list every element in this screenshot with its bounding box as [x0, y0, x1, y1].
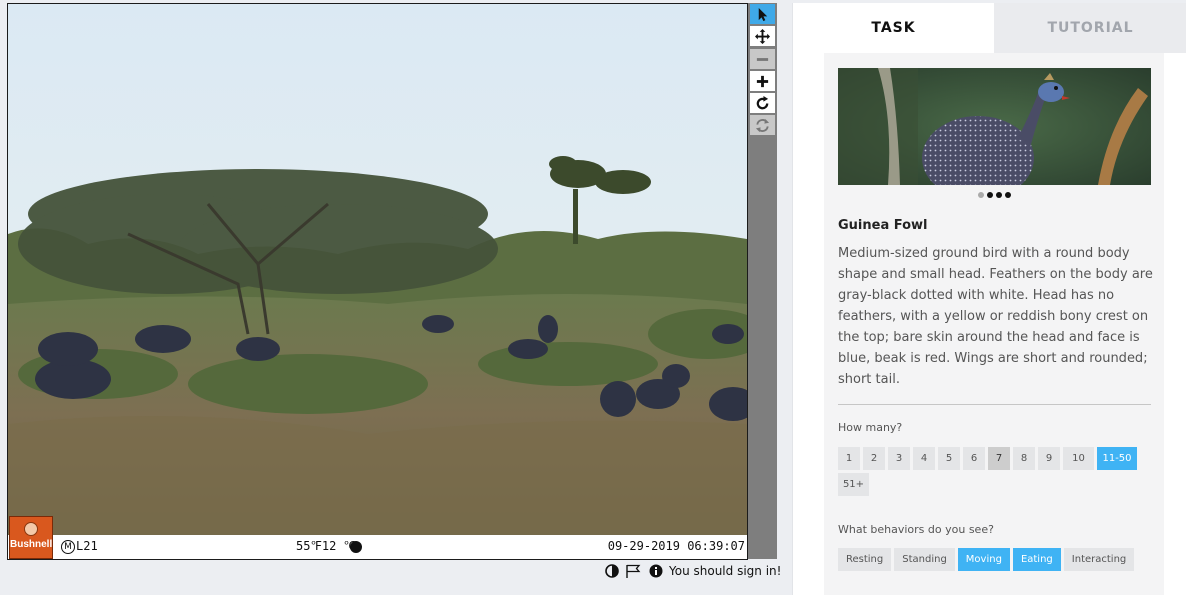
subject-viewer[interactable]: Bushnell M L21 55℉12 ℃ 09-29-2019 06:39:…	[7, 3, 748, 560]
pointer-tool-button[interactable]	[750, 4, 775, 24]
contrast-icon[interactable]	[605, 564, 619, 578]
rotate-button[interactable]	[750, 93, 775, 113]
moon-phase-icon	[350, 541, 362, 553]
camera-info-strip: Bushnell M L21 55℉12 ℃ 09-29-2019 06:39:…	[8, 516, 747, 559]
count-option[interactable]: 7	[988, 447, 1010, 470]
question-behaviors: What behaviors do you see?	[838, 523, 994, 536]
sign-in-notice[interactable]: You should sign in!	[669, 564, 781, 578]
carousel-dot[interactable]	[1004, 192, 1011, 198]
count-option[interactable]: 4	[913, 447, 935, 470]
behavior-option-moving[interactable]: Moving	[957, 548, 1010, 571]
moon-letter-icon: M	[61, 540, 75, 554]
bushnell-badge-icon	[24, 522, 38, 536]
question-how-many: How many?	[838, 421, 903, 434]
count-option[interactable]: 10	[1063, 447, 1094, 470]
count-option[interactable]: 6	[963, 447, 985, 470]
move-tool-button[interactable]	[750, 26, 775, 46]
carousel-dot[interactable]	[995, 192, 1002, 198]
tab-tutorial[interactable]: TUTORIAL	[994, 3, 1186, 53]
how-many-answers: 1 2 3 4 5 6 7 8 9 10 11-50 51+	[838, 447, 1158, 496]
temperature-readout: 55℉12 ℃	[296, 539, 358, 553]
count-option[interactable]: 51+	[838, 473, 869, 496]
behavior-option-standing[interactable]: Standing	[894, 548, 955, 571]
info-icon[interactable]	[649, 564, 663, 578]
capture-datetime: 09-29-2019 06:39:07	[607, 539, 745, 553]
species-example-photo[interactable]	[838, 68, 1151, 185]
rotate-icon	[756, 95, 769, 109]
species-name: Guinea Fowl	[838, 218, 928, 233]
behavior-option-resting[interactable]: Resting	[838, 548, 892, 571]
count-option[interactable]: 3	[888, 447, 910, 470]
zoom-in-icon	[756, 75, 769, 87]
carousel-dot[interactable]	[977, 192, 984, 198]
behavior-answers: Resting Standing Moving Eating Interacti…	[838, 548, 1158, 571]
tab-task[interactable]: TASK	[793, 3, 994, 53]
zoom-out-button[interactable]	[750, 49, 775, 69]
count-option[interactable]: 2	[863, 447, 885, 470]
species-description: Medium-sized ground bird with a round bo…	[838, 246, 1153, 387]
flag-icon[interactable]	[625, 564, 641, 578]
behavior-option-eating[interactable]: Eating	[1012, 548, 1061, 571]
count-option[interactable]: 5	[938, 447, 960, 470]
camera-trap-photo[interactable]	[8, 4, 747, 535]
carousel-dot[interactable]	[986, 192, 993, 198]
pointer-icon	[758, 7, 768, 21]
panel-tabs: TASK TUTORIAL	[793, 3, 1186, 53]
viewer-toolbar	[748, 3, 777, 559]
species-card: Guinea Fowl Medium-sized ground bird wit…	[824, 53, 1164, 595]
divider	[838, 404, 1151, 405]
bushnell-logo-text: Bushnell	[10, 539, 53, 550]
bushnell-logo: Bushnell	[9, 516, 53, 559]
reset-button[interactable]	[750, 115, 775, 135]
count-option[interactable]: 8	[1013, 447, 1035, 470]
reset-icon	[755, 118, 770, 132]
zoom-in-button[interactable]	[750, 71, 775, 91]
species-photo-carousel	[824, 192, 1164, 200]
move-icon	[755, 28, 770, 44]
zoom-out-icon	[756, 57, 769, 61]
count-option-selected[interactable]: 11-50	[1097, 447, 1137, 470]
count-option[interactable]: 9	[1038, 447, 1060, 470]
count-option[interactable]: 1	[838, 447, 860, 470]
behavior-option-interacting[interactable]: Interacting	[1063, 548, 1135, 571]
camera-id: L21	[76, 539, 98, 553]
viewer-footer: You should sign in!	[605, 562, 781, 580]
task-panel: TASK TUTORIAL Guinea Fowl Medium-sized g…	[792, 3, 1186, 595]
